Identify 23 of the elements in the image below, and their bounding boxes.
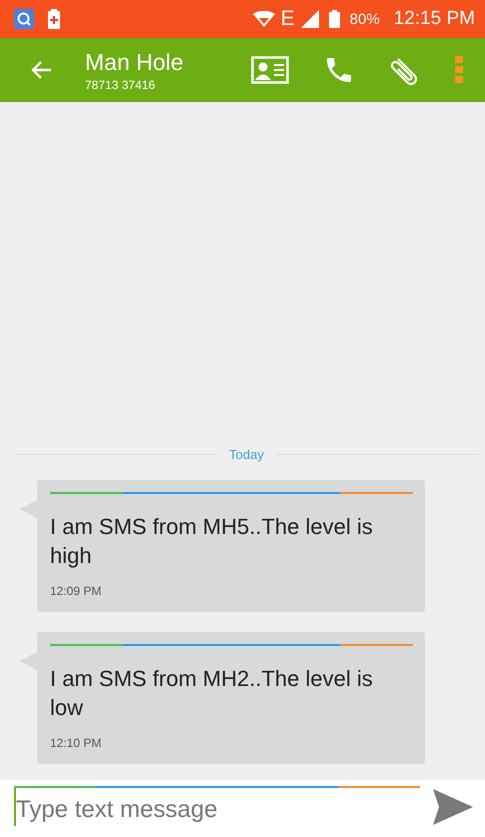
- bubble-tail: [19, 500, 37, 518]
- message-text: I am SMS from MH5..The level is high: [50, 513, 374, 570]
- signal-icon: [300, 10, 319, 28]
- message-text: I am SMS from MH2..The level is low: [50, 665, 374, 722]
- back-icon[interactable]: [30, 60, 52, 80]
- wifi-icon: [252, 11, 275, 27]
- battery-icon: [328, 10, 340, 28]
- phone-number: 78713 37416: [85, 78, 156, 92]
- message-time: 12:09 PM: [50, 584, 102, 598]
- bubble-tail: [19, 652, 37, 670]
- search-icon: [14, 9, 34, 29]
- message-time: 12:10 PM: [50, 736, 102, 750]
- send-icon[interactable]: [433, 789, 473, 825]
- message-bubble[interactable]: I am SMS from MH2..The level is low 12:10 PM: [37, 632, 425, 764]
- contact-name: Man Hole: [85, 48, 184, 76]
- contact-card-icon[interactable]: [251, 56, 289, 84]
- network-type: E: [280, 7, 295, 31]
- date-divider-label: Today: [229, 447, 264, 462]
- battery-plus-icon: [48, 9, 60, 29]
- message-input[interactable]: Type text message: [14, 788, 423, 826]
- clock: 12:15 PM: [394, 8, 475, 30]
- message-bubble[interactable]: I am SMS from MH5..The level is high 12:09 PM: [37, 480, 425, 612]
- battery-percent: 80%: [350, 10, 380, 28]
